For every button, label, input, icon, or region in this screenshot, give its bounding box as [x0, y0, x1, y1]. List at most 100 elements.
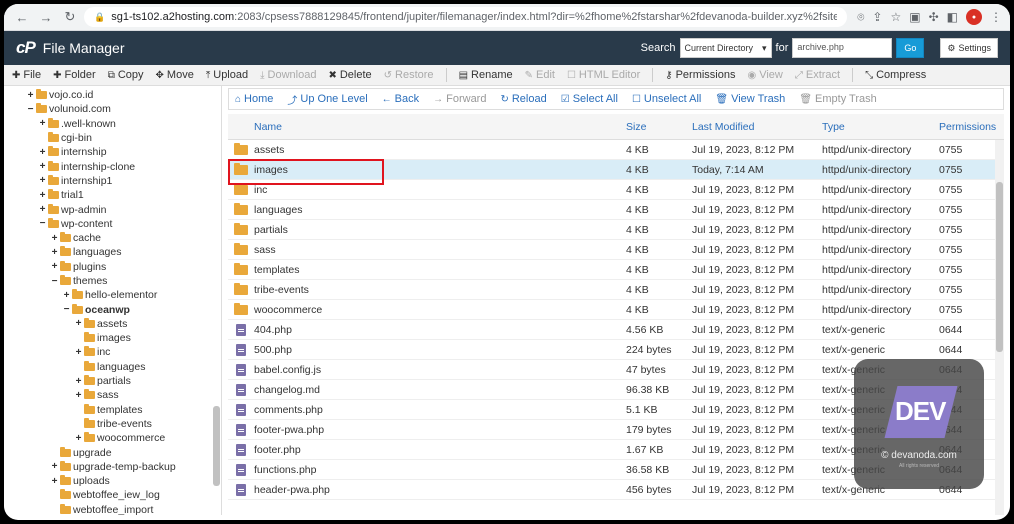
sidebar-icon[interactable]: ◧ [947, 10, 958, 24]
nav-empty-trash-button[interactable]: 🗑 Empty Trash [799, 93, 876, 105]
tree-item[interactable]: + upgrade-temp-backup [4, 460, 221, 474]
table-row[interactable]: assets 4 KB Jul 19, 2023, 8:12 PM httpd/uni… [228, 140, 1004, 160]
tree-item[interactable]: + internship [4, 145, 221, 159]
settings-button[interactable]: ⚙ Settings [940, 38, 998, 58]
table-row[interactable]: templates 4 KB Jul 19, 2023, 8:12 PM httpd/… [228, 260, 1004, 280]
toolbar-html-editor-button[interactable]: ☐ HTML Editor [567, 69, 640, 81]
tree-item[interactable]: languages [4, 360, 221, 374]
nav-up-one-level-button[interactable]: ⤴ Up One Level [287, 92, 367, 107]
tree-item[interactable]: + plugins [4, 260, 221, 274]
table-row[interactable]: woocommerce 4 KB Jul 19, 2023, 8:12 PM http… [228, 300, 1004, 320]
screenshot-icon[interactable]: ▣ [909, 10, 920, 24]
expand-icon[interactable]: + [26, 90, 35, 101]
tree-item[interactable]: upgrade [4, 445, 221, 459]
toolbar-permissions-button[interactable]: ⚷ Permissions [665, 69, 735, 81]
tree-item[interactable]: images [4, 331, 221, 345]
tree-item[interactable]: + internship-clone [4, 159, 221, 173]
table-scrollbar[interactable] [995, 140, 1004, 515]
expand-icon[interactable]: + [38, 175, 47, 186]
expand-icon[interactable]: + [38, 118, 47, 129]
expand-icon[interactable]: + [50, 461, 59, 472]
collapse-icon[interactable]: − [38, 218, 47, 229]
tree-item[interactable]: webtoffee_import [4, 503, 221, 515]
tree-item[interactable]: + trial1 [4, 188, 221, 202]
toolbar-folder-button[interactable]: ✚ Folder [53, 69, 96, 81]
tree-scrollbar[interactable] [213, 406, 220, 486]
menu-icon[interactable]: ⋮ [990, 10, 1002, 24]
tree-item[interactable]: + woocommerce [4, 431, 221, 445]
column-name[interactable]: Name [254, 121, 626, 133]
browser-forward-icon[interactable]: → [36, 7, 56, 27]
toolbar-edit-button[interactable]: ✎ Edit [525, 69, 555, 81]
expand-icon[interactable]: + [50, 247, 59, 258]
toolbar-view-button[interactable]: ◉ View [747, 69, 782, 81]
search-scope-select[interactable]: Current Directory ▾ [679, 38, 772, 58]
expand-icon[interactable]: + [74, 347, 83, 358]
table-row[interactable]: partials 4 KB Jul 19, 2023, 8:12 PM httpd/u… [228, 220, 1004, 240]
column-modified[interactable]: Last Modified [692, 121, 822, 133]
expand-icon[interactable]: + [38, 147, 47, 158]
tree-item[interactable]: + hello-elementor [4, 288, 221, 302]
tree-item[interactable]: − themes [4, 274, 221, 288]
tree-item[interactable]: + cache [4, 231, 221, 245]
table-row[interactable]: 500.php 224 bytes Jul 19, 2023, 8:12 PM tex… [228, 340, 1004, 360]
tree-item[interactable]: + .well-known [4, 117, 221, 131]
toolbar-extract-button[interactable]: ⤢ Extract [795, 69, 840, 81]
expand-icon[interactable]: + [62, 290, 71, 301]
toolbar-delete-button[interactable]: ✖ Delete [328, 69, 371, 81]
expand-icon[interactable]: + [74, 433, 83, 444]
expand-icon[interactable]: + [38, 161, 47, 172]
tree-item[interactable]: cgi-bin [4, 131, 221, 145]
column-size[interactable]: Size [626, 121, 692, 133]
tree-item[interactable]: + inc [4, 345, 221, 359]
nav-home-button[interactable]: ⌂ Home [235, 93, 273, 105]
table-row[interactable]: languages 4 KB Jul 19, 2023, 8:12 PM httpd/… [228, 200, 1004, 220]
expand-icon[interactable]: + [74, 376, 83, 387]
profile-avatar[interactable]: ● [966, 9, 982, 25]
toolbar-restore-button[interactable]: ↺ Restore [384, 69, 434, 81]
tree-item[interactable]: templates [4, 403, 221, 417]
tree-item[interactable]: + wp-admin [4, 202, 221, 216]
tree-item[interactable]: − oceanwp [4, 302, 221, 316]
toolbar-copy-button[interactable]: ⧉ Copy [108, 69, 144, 81]
table-row[interactable]: sass 4 KB Jul 19, 2023, 8:12 PM httpd/unix-… [228, 240, 1004, 260]
nav-back-button[interactable]: ← Back [382, 93, 419, 105]
table-row[interactable]: 404.php 4.56 KB Jul 19, 2023, 8:12 PM text/… [228, 320, 1004, 340]
toolbar-compress-button[interactable]: ⤡ Compress [865, 69, 926, 81]
tree-item[interactable]: + uploads [4, 474, 221, 488]
tree-item[interactable]: + assets [4, 317, 221, 331]
tree-item[interactable]: + languages [4, 245, 221, 259]
toolbar-download-button[interactable]: ⤓ Download [260, 69, 316, 81]
expand-icon[interactable]: + [50, 233, 59, 244]
address-bar[interactable]: 🔒 sg1-ts102.a2hosting.com:2083/cpsess788… [84, 7, 848, 27]
tree-item[interactable]: − volunoid.com [4, 102, 221, 116]
share-icon[interactable]: ⇪ [872, 10, 882, 24]
table-row[interactable]: tribe-events 4 KB Jul 19, 2023, 8:12 PM htt… [228, 280, 1004, 300]
toolbar-move-button[interactable]: ✥ Move [156, 69, 194, 81]
expand-icon[interactable]: + [74, 390, 83, 401]
tree-item[interactable]: + sass [4, 388, 221, 402]
expand-icon[interactable]: + [38, 190, 47, 201]
scrollbar-thumb[interactable] [996, 182, 1003, 352]
browser-reload-icon[interactable]: ↻ [60, 7, 80, 27]
collapse-icon[interactable]: − [26, 104, 35, 115]
tree-item[interactable]: + vojo.co.id [4, 88, 221, 102]
tree-item[interactable]: webtoffee_iew_log [4, 488, 221, 502]
collapse-icon[interactable]: − [62, 304, 71, 315]
tree-item[interactable]: tribe-events [4, 417, 221, 431]
expand-icon[interactable]: + [74, 318, 83, 329]
nav-select-all-button[interactable]: ☑ Select All [561, 93, 618, 105]
expand-icon[interactable]: + [50, 476, 59, 487]
collapse-icon[interactable]: − [50, 276, 59, 287]
tree-item[interactable]: + internship1 [4, 174, 221, 188]
star-icon[interactable]: ☆ [890, 10, 901, 24]
toolbar-upload-button[interactable]: ⤒ Upload [206, 69, 248, 81]
toolbar-file-button[interactable]: ✚ File [12, 69, 41, 81]
tree-item[interactable]: + partials [4, 374, 221, 388]
nav-view-trash-button[interactable]: 🗑 View Trash [715, 93, 785, 105]
expand-icon[interactable]: + [50, 261, 59, 272]
go-button[interactable]: Go [896, 38, 925, 58]
nav-reload-button[interactable]: ↻ Reload [500, 93, 546, 105]
column-permissions[interactable]: Permissions [939, 121, 999, 133]
puzzle-icon[interactable]: ✣ [929, 10, 939, 24]
